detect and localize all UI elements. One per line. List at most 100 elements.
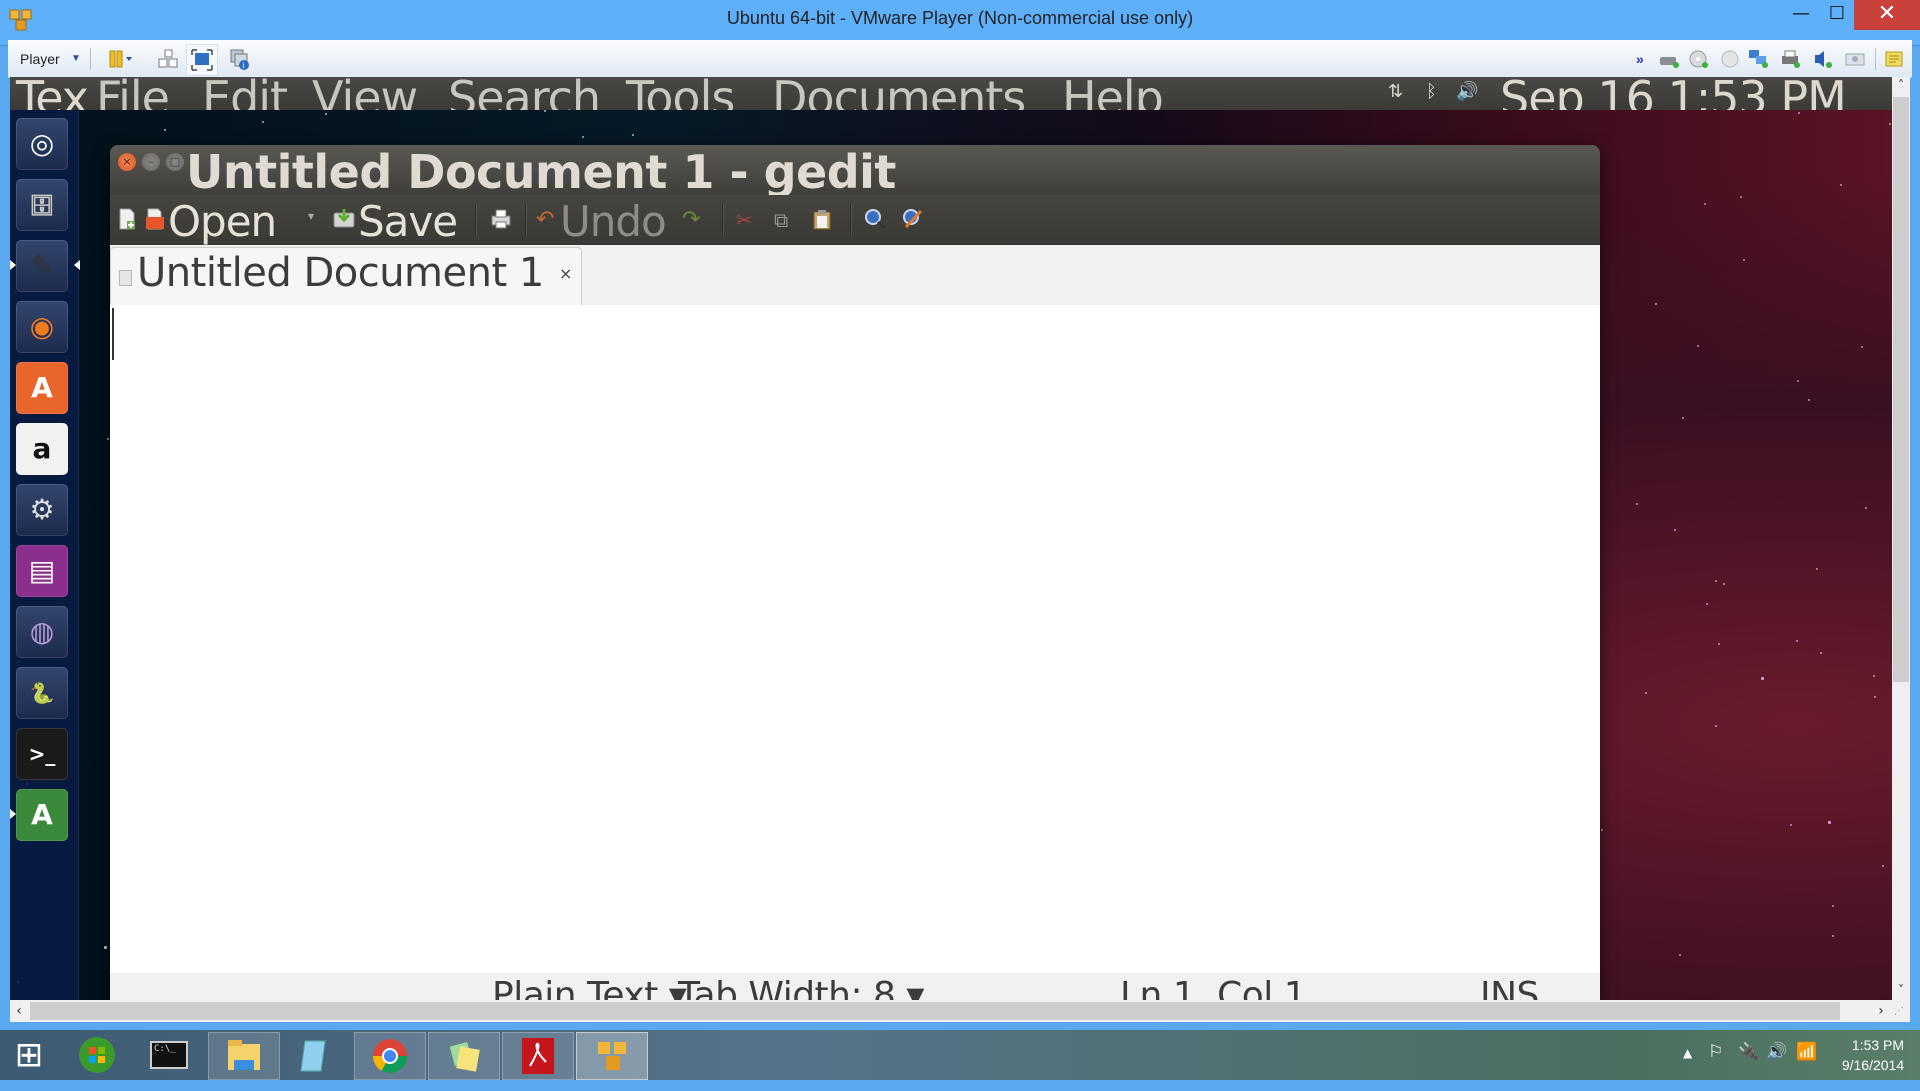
scroll-down-button[interactable]: ˅	[1892, 982, 1910, 998]
launcher-ubuntu-software-center[interactable]: A	[16, 362, 68, 414]
open-button-label[interactable]: Open	[168, 197, 277, 246]
volume-icon[interactable]: 🔊	[1766, 1042, 1787, 1062]
launcher-text-editor[interactable]: ✎	[10, 240, 80, 292]
taskbar-vmware-player[interactable]	[576, 1032, 648, 1080]
network-adapter-icon[interactable]	[1748, 49, 1770, 73]
focused-indicator	[74, 260, 80, 270]
launcher-files[interactable]: 🗄	[16, 179, 68, 231]
taskbar-notepad[interactable]	[280, 1032, 350, 1078]
menu-view[interactable]: View	[312, 77, 418, 110]
power-icon[interactable]: 🔌	[1738, 1042, 1759, 1062]
printer-icon[interactable]	[1780, 49, 1802, 73]
tab-width-selector[interactable]: Tab Width: 8 ▾	[678, 975, 924, 1000]
language-selector[interactable]: Plain Text ▾	[492, 975, 687, 1000]
sound-card-icon[interactable]	[1812, 49, 1834, 73]
find-button[interactable]	[864, 207, 886, 235]
scroll-left-button[interactable]: ‹	[10, 1000, 28, 1022]
menu-help[interactable]: Help	[1062, 77, 1164, 110]
launcher-dash-home[interactable]: ◎	[16, 118, 68, 170]
find-replace-button[interactable]	[902, 207, 924, 235]
launcher-amazon[interactable]: a	[16, 423, 68, 475]
more-devices-icon[interactable]: »	[1636, 47, 1644, 71]
vertical-scroll-thumb[interactable]	[1893, 97, 1909, 682]
taskbar-command-prompt[interactable]: C:\_	[134, 1032, 204, 1078]
action-center-icon[interactable]: ⚐	[1708, 1042, 1723, 1062]
save-button-label[interactable]: Save	[358, 197, 458, 246]
save-button[interactable]	[332, 207, 356, 235]
launcher-terminal[interactable]: >_	[16, 728, 68, 780]
star	[1722, 582, 1725, 585]
show-hidden-icons-button[interactable]: ▲	[1683, 1046, 1692, 1060]
launcher-software-updater[interactable]: A	[10, 789, 68, 841]
chevron-down-icon[interactable]: ▼	[71, 47, 81, 71]
clock-time[interactable]: 1:53 PM	[1838, 1037, 1918, 1053]
scroll-up-button[interactable]: ˄	[1892, 77, 1910, 93]
start-button[interactable]: ⊞	[0, 1032, 58, 1078]
close-button[interactable]: ✕	[1854, 0, 1920, 30]
vm-guest-display[interactable]: Tex File Edit View Search Tools Document…	[10, 77, 1892, 1000]
gedit-titlebar[interactable]: × – □ Untitled Document 1 - gedit	[110, 145, 1600, 195]
window-maximize-button[interactable]: □	[166, 153, 184, 171]
horizontal-scroll-thumb[interactable]	[30, 1002, 1840, 1020]
send-ctrl-alt-del-icon[interactable]	[158, 49, 178, 73]
copy-button[interactable]: ⧉	[774, 207, 788, 233]
launcher-eclipse[interactable]: ◍	[16, 606, 68, 658]
player-menu-button[interactable]: Player	[20, 47, 60, 71]
network-icon[interactable]: 📶	[1796, 1042, 1817, 1062]
launcher-system-settings[interactable]: ⚙	[16, 484, 68, 536]
command-prompt-icon: C:\_	[150, 1041, 188, 1069]
menu-edit[interactable]: Edit	[202, 77, 288, 110]
taskbar-windows-media-center[interactable]	[62, 1032, 132, 1078]
network-indicator-icon[interactable]: ⇅	[1388, 81, 1403, 102]
tab-untitled-document-1[interactable]: Untitled Document 1 ×	[110, 247, 582, 306]
pause-icon[interactable]	[108, 49, 134, 73]
menu-documents[interactable]: Documents	[772, 77, 1026, 110]
message-log-icon[interactable]	[1884, 49, 1904, 73]
vmware-toolbar: Player ▼ i »	[8, 40, 1912, 78]
hard-disk-icon[interactable]	[1658, 49, 1680, 73]
camera-icon[interactable]	[1844, 49, 1866, 73]
unity-icon[interactable]: i	[230, 49, 250, 75]
star	[104, 945, 108, 949]
taskbar-adobe-reader[interactable]	[502, 1032, 574, 1080]
panel-clock[interactable]: Sep 16 1:53 PM	[1500, 77, 1847, 110]
window-close-button[interactable]: ×	[118, 153, 136, 171]
star	[1832, 934, 1835, 937]
cut-button[interactable]: ✂	[736, 207, 753, 233]
eclipse-icon: ◍	[29, 615, 55, 648]
undo-button-label[interactable]: Undo	[560, 197, 667, 246]
star	[1832, 905, 1835, 908]
open-recent-dropdown[interactable]: ▾	[308, 209, 314, 223]
new-document-button[interactable]	[118, 207, 136, 235]
undo-icon[interactable]: ↶	[536, 207, 554, 233]
launcher-python[interactable]: 🐍	[16, 667, 68, 719]
full-screen-icon[interactable]	[186, 44, 218, 76]
text-editor-area[interactable]	[110, 305, 1600, 974]
sound-indicator-icon[interactable]: 🔊	[1456, 81, 1478, 102]
menu-tools[interactable]: Tools	[626, 77, 735, 110]
star	[1815, 567, 1818, 570]
horizontal-scrollbar[interactable]: ‹ › ⋰	[10, 1000, 1910, 1022]
taskbar-file-explorer[interactable]	[208, 1032, 280, 1080]
menu-file[interactable]: File	[96, 77, 170, 110]
print-button[interactable]	[490, 208, 512, 234]
clock-date[interactable]: 9/16/2014	[1828, 1057, 1918, 1073]
tab-width-label: Tab Width: 8	[678, 975, 896, 1000]
paste-button[interactable]	[812, 208, 832, 234]
menu-search[interactable]: Search	[448, 77, 601, 110]
vertical-scrollbar[interactable]: ˄ ˅	[1892, 77, 1910, 1000]
tab-close-button[interactable]: ×	[559, 264, 572, 283]
open-button[interactable]	[144, 207, 166, 235]
resize-grip-icon[interactable]: ⋰	[1894, 1006, 1908, 1020]
scroll-right-button[interactable]: ›	[1872, 1000, 1890, 1022]
redo-button[interactable]: ↷	[682, 207, 700, 233]
cd-dvd-icon[interactable]	[1688, 49, 1710, 73]
star	[1706, 603, 1709, 606]
taskbar-chrome[interactable]	[354, 1032, 426, 1080]
launcher-firefox[interactable]: ◉	[16, 301, 68, 353]
window-minimize-button[interactable]: –	[142, 153, 160, 171]
cd-dvd-2-icon[interactable]	[1720, 49, 1740, 73]
bluetooth-indicator-icon[interactable]: ᛒ	[1426, 81, 1437, 102]
launcher-workspace-switcher[interactable]: ▤	[16, 545, 68, 597]
taskbar-sticky-notes[interactable]	[428, 1032, 500, 1080]
